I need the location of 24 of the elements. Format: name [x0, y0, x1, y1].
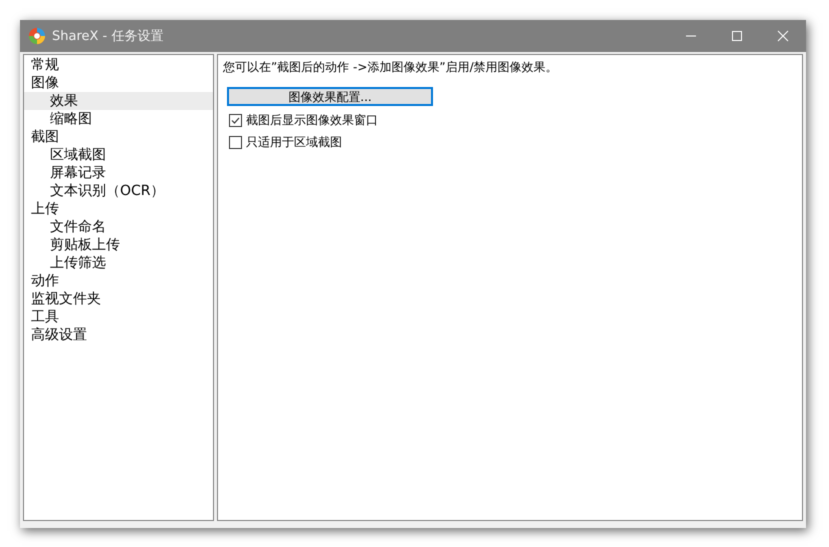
tree-item[interactable]: 文件命名	[24, 218, 213, 236]
window-title: ShareX - 任务设置	[52, 28, 164, 45]
app-logo-icon	[28, 27, 46, 45]
checkbox-label[interactable]: 截图后显示图像效果窗口	[246, 112, 378, 128]
tree-item[interactable]: 动作	[24, 272, 213, 290]
effects-config-button[interactable]: 图像效果配置...	[227, 87, 433, 106]
tree-item[interactable]: 效果	[24, 92, 213, 110]
tree-item[interactable]: 常规	[24, 56, 213, 74]
tree-item[interactable]: 区域截图	[24, 146, 213, 164]
tree-item[interactable]: 剪贴板上传	[24, 236, 213, 254]
tree-item[interactable]: 监视文件夹	[24, 290, 213, 308]
tree-item[interactable]: 屏幕记录	[24, 164, 213, 182]
tree-item[interactable]: 高级设置	[24, 326, 213, 344]
tree-item[interactable]: 上传	[24, 200, 213, 218]
checkbox[interactable]	[229, 136, 242, 148]
tree-item[interactable]: 图像	[24, 74, 213, 92]
tree-item[interactable]: 工具	[24, 308, 213, 326]
tree-item[interactable]: 缩略图	[24, 110, 213, 128]
tree-item[interactable]: 上传筛选	[24, 254, 213, 272]
tree-item[interactable]: 文本识别（OCR）	[24, 182, 213, 200]
description-text: 您可以在”截图后的动作 ->添加图像效果”启用/禁用图像效果。	[223, 59, 558, 75]
checkbox-label[interactable]: 只适用于区域截图	[246, 134, 342, 150]
tree-item[interactable]: 截图	[24, 128, 213, 146]
checkbox[interactable]	[229, 114, 242, 126]
